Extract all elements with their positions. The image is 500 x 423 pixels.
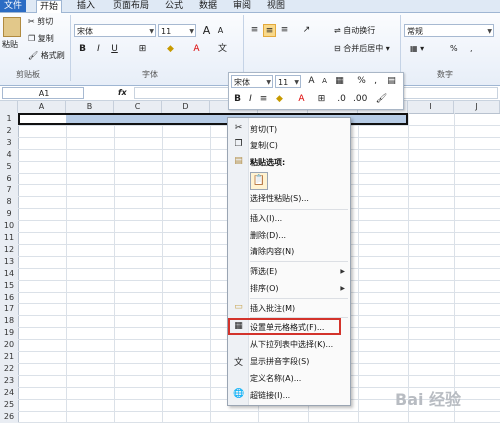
paste-option-button[interactable]: 📋: [250, 172, 268, 190]
gridline: [66, 113, 67, 423]
menu-item-insert-comment[interactable]: 插入批注(M): [250, 302, 295, 315]
comma-icon[interactable]: ,: [369, 75, 382, 88]
mini-size-combo[interactable]: 11 ▼: [275, 75, 301, 88]
watermark-logo: Bai 经验: [395, 390, 462, 409]
menu-item-insert[interactable]: 插入(I)...: [250, 212, 282, 225]
menu-item-clear-contents[interactable]: 清除内容(N): [250, 245, 294, 258]
menu-item-pick-from-list[interactable]: 从下拉列表中选择(K)...: [250, 338, 333, 351]
submenu-arrow-icon: ▶: [340, 285, 345, 292]
gridline: [162, 113, 163, 423]
chevron-down-icon: ▼: [266, 79, 271, 86]
submenu-arrow-icon: ▶: [340, 268, 345, 275]
format-table-icon[interactable]: ▤: [385, 75, 398, 88]
copy-icon: ❐: [234, 139, 243, 149]
mini-font-value: 宋体: [234, 78, 250, 87]
chevron-down-icon: ▼: [294, 79, 299, 86]
menu-item-copy[interactable]: 复制(C): [250, 139, 278, 152]
annotation-highlight-box: [228, 318, 341, 335]
menu-item-sort[interactable]: 排序(O): [250, 282, 279, 295]
menu-item-define-name[interactable]: 定义名称(A)...: [250, 372, 301, 385]
gridline: [454, 113, 455, 423]
menu-item-show-phonetic[interactable]: 显示拼音字段(S): [250, 355, 309, 368]
paste-icon: 📋: [252, 175, 266, 186]
menu-item-paste-options: 粘贴选项:: [250, 158, 286, 167]
mini-font-combo[interactable]: 宋体 ▼: [231, 75, 273, 88]
comment-icon: ▭: [234, 302, 243, 312]
center-icon[interactable]: ≡: [257, 93, 270, 106]
increase-decimal-icon[interactable]: .00: [353, 93, 367, 106]
gridline: [210, 113, 211, 423]
shrink-font-button[interactable]: A: [318, 75, 331, 88]
gridline: [358, 113, 359, 423]
bold-button[interactable]: B: [231, 93, 244, 106]
brush-icon[interactable]: 🖌: [375, 93, 388, 106]
grow-font-button[interactable]: A: [305, 75, 318, 88]
hyperlink-icon: 🌐: [233, 389, 245, 399]
gridline: [408, 113, 409, 423]
italic-button[interactable]: I: [244, 93, 257, 106]
mini-size-value: 11: [278, 78, 289, 87]
menu-item-filter[interactable]: 筛选(E): [250, 265, 277, 278]
scissors-icon: ✂: [234, 123, 243, 133]
menu-item-delete[interactable]: 删除(D)...: [250, 229, 286, 242]
menu-item-paste-special[interactable]: 选择性粘贴(S)...: [250, 192, 309, 205]
menu-item-hyperlink[interactable]: 超链接(I)...: [250, 389, 290, 402]
gridline: [18, 410, 500, 412]
menu-separator: [250, 298, 348, 299]
menu-separator: [250, 209, 348, 210]
context-menu: ✂ 剪切(T) ❐ 复制(C) ▤ 粘贴选项: 📋 选择性粘贴(S)... 插入…: [227, 117, 351, 406]
percent-icon[interactable]: %: [355, 75, 368, 88]
mini-toolbar: 宋体 ▼ 11 ▼ A A ▦ % , ▤ B I ≡ ◆ A ⊞ .0 .00 🖌: [228, 72, 404, 110]
currency-icon[interactable]: ▦: [333, 75, 346, 88]
fill-color-icon[interactable]: ◆: [273, 93, 286, 106]
phonetic-icon: 文: [233, 358, 243, 368]
font-color-button[interactable]: A: [295, 93, 308, 106]
border-icon[interactable]: ⊞: [315, 93, 328, 106]
gridline: [114, 113, 115, 423]
decrease-decimal-icon[interactable]: .0: [335, 93, 348, 106]
menu-item-cut[interactable]: 剪切(T): [250, 123, 277, 136]
paste-icon: ▤: [234, 156, 243, 166]
menu-separator: [250, 261, 348, 262]
